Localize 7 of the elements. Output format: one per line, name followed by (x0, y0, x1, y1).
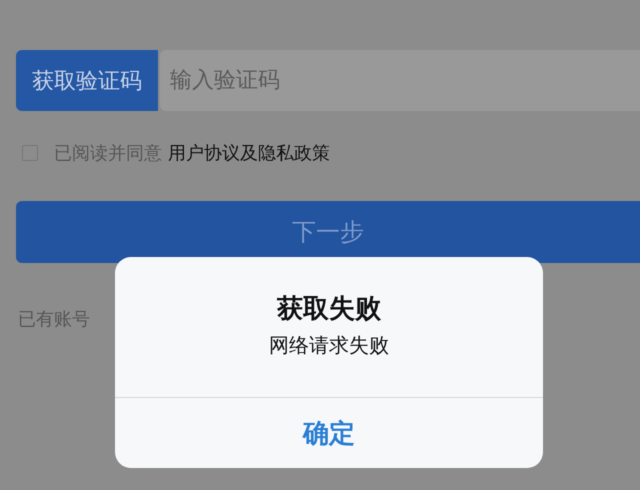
alert-title: 获取失败 (277, 293, 381, 326)
next-button[interactable]: 下一步 (16, 201, 640, 263)
confirm-button[interactable]: 确定 (115, 398, 543, 468)
agreement-link[interactable]: 用户协议及隐私政策 (168, 141, 330, 165)
alert-message: 网络请求失败 (269, 332, 389, 359)
code-input-field[interactable]: 输入验证码 (160, 50, 640, 111)
get-code-button[interactable]: 获取验证码 (16, 50, 158, 111)
